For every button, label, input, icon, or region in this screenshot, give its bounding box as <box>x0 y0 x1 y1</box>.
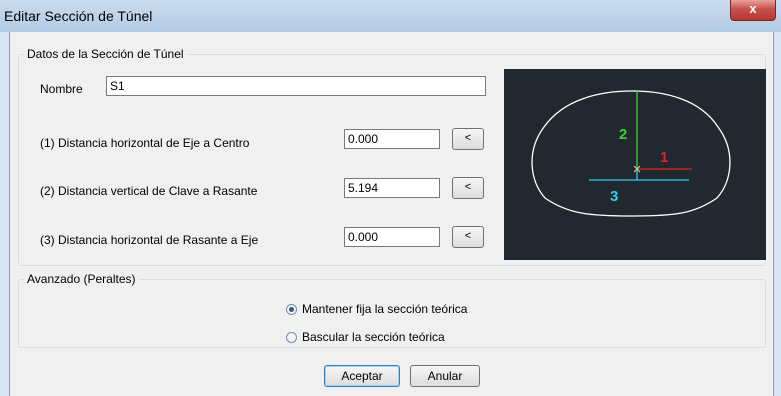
field-label-2: (2) Distancia vertical de Clave a Rasant… <box>40 184 258 198</box>
label-2: 2 <box>619 126 627 143</box>
pick-button-2[interactable]: < <box>452 177 484 199</box>
field-label-3: (3) Distancia horizontal de Rasante a Ej… <box>40 233 259 247</box>
radio-keep-label: Mantener fija la sección teórica <box>302 302 468 316</box>
tunnel-section-diagram: 2 1 3 <box>531 90 731 217</box>
section-preview: 2 1 3 <box>504 69 766 260</box>
pick-button-3[interactable]: < <box>452 226 484 248</box>
radio-keep-section[interactable]: Mantener fija la sección teórica <box>286 302 467 316</box>
dialog-window: Editar Sección de Túnel x Datos de la Se… <box>0 0 781 396</box>
name-input[interactable] <box>106 76 486 96</box>
section-data-legend: Datos de la Sección de Túnel <box>27 47 184 61</box>
vertical-crown-grade-input[interactable] <box>344 178 440 198</box>
dialog-client-area: Datos de la Sección de Túnel Nombre (1) … <box>9 32 774 396</box>
tunnel-outline <box>531 90 731 217</box>
advanced-legend: Avanzado (Peraltes) <box>27 272 136 286</box>
label-1: 1 <box>660 149 668 166</box>
ok-button[interactable]: Aceptar <box>324 365 400 387</box>
cancel-button[interactable]: Anular <box>410 365 480 387</box>
name-label: Nombre <box>40 82 83 96</box>
pick-button-1[interactable]: < <box>452 128 484 150</box>
horizontal-axis-center-input[interactable] <box>344 129 440 149</box>
close-icon: x <box>749 1 757 16</box>
close-button[interactable]: x <box>730 0 776 21</box>
radio-tilt-label: Bascular la sección teórica <box>302 330 445 344</box>
label-3: 3 <box>610 188 618 205</box>
title-bar[interactable]: Editar Sección de Túnel x <box>0 0 781 32</box>
horizontal-grade-axis-input[interactable] <box>344 227 440 247</box>
radio-tilt-section[interactable]: Bascular la sección teórica <box>286 330 445 344</box>
field-label-1: (1) Distancia horizontal de Eje a Centro <box>40 136 250 150</box>
radio-selected-icon <box>286 304 297 315</box>
radio-unselected-icon <box>286 332 297 343</box>
window-title: Editar Sección de Túnel <box>4 8 153 24</box>
